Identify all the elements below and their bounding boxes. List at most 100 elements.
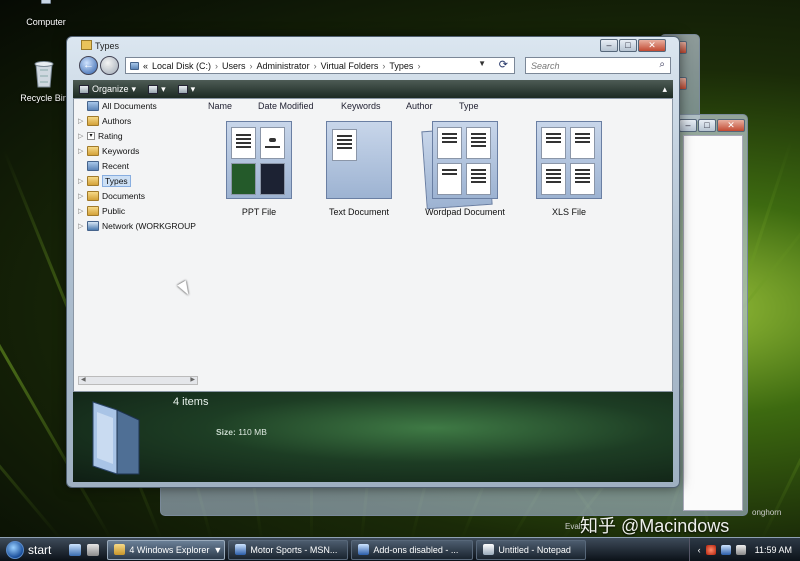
explorer-window[interactable]: Types – □ ✕ ← → « Local Disk (C:) › User…: [66, 36, 680, 488]
text-stack-icon: [324, 121, 394, 201]
task-label: 4 Windows Explorer: [129, 544, 210, 555]
horizontal-scrollbar[interactable]: ◀ ▶: [78, 376, 198, 385]
maximize-icon[interactable]: □: [698, 119, 716, 132]
folder-yellow-icon: [87, 175, 99, 186]
help-button[interactable]: ▴: [662, 84, 667, 95]
content-area: All Documents ▷ Authors ▷ ▾ Rating ▷ Key…: [73, 98, 673, 392]
close-icon[interactable]: ✕: [717, 119, 745, 132]
maximize-icon[interactable]: □: [619, 39, 637, 52]
desktop-icon-label: Recycle Bin: [20, 93, 68, 103]
ie-icon[interactable]: [69, 543, 82, 556]
minimize-icon[interactable]: –: [600, 39, 618, 52]
search-input[interactable]: Search ⌕: [525, 57, 671, 74]
minimize-icon[interactable]: –: [679, 119, 697, 132]
breadcrumb-separator[interactable]: ›: [417, 61, 420, 71]
column-header-name[interactable]: Name: [208, 101, 258, 111]
layout-button[interactable]: ▾: [177, 83, 196, 95]
nav-item-authors[interactable]: ▷ Authors: [78, 114, 131, 127]
breadcrumb-segment[interactable]: Administrator: [257, 61, 310, 71]
forward-button[interactable]: →: [100, 56, 119, 75]
breadcrumb-segment[interactable]: Types: [389, 61, 413, 71]
wordpad-stack-icon: [421, 121, 500, 210]
nav-item-label: Authors: [102, 115, 132, 126]
expand-arrow[interactable]: ▷: [78, 192, 84, 200]
nav-item-label: All Documents: [102, 100, 157, 111]
breadcrumb-separator[interactable]: ›: [250, 61, 253, 71]
notepad-icon: [483, 544, 495, 555]
breadcrumb-segment[interactable]: Local Disk (C:): [152, 61, 211, 71]
scroll-left-icon[interactable]: ◀: [81, 377, 86, 384]
expand-arrow[interactable]: ▷: [78, 177, 84, 185]
expand-arrow[interactable]: ▷: [78, 117, 84, 125]
nav-item-all-documents[interactable]: All Documents: [78, 99, 157, 112]
file-stack-label: PPT File: [241, 207, 277, 217]
chevron-down-icon: ▼: [213, 544, 223, 555]
column-header-author[interactable]: Author: [406, 101, 459, 111]
start-label: start: [28, 542, 52, 557]
views-button[interactable]: ▾: [148, 84, 166, 95]
clock[interactable]: 11:59 AM: [755, 545, 792, 555]
nav-item-documents[interactable]: ▷ Documents: [78, 189, 145, 202]
taskbar-button-notepad[interactable]: Untitled - Notepad: [476, 539, 587, 560]
volume-icon[interactable]: [735, 544, 746, 555]
nav-item-recent[interactable]: Recent: [78, 159, 129, 172]
breadcrumb-segment[interactable]: Virtual Folders: [321, 61, 379, 71]
help-icon: ▴: [662, 83, 667, 94]
nav-item-network[interactable]: ▷ Network (WORKGROUP: [78, 219, 196, 232]
background-window-content: [683, 135, 743, 511]
breadcrumb-separator[interactable]: ›: [215, 61, 218, 71]
column-header-date-modified[interactable]: Date Modified: [258, 101, 341, 111]
expand-arrow[interactable]: ▷: [78, 222, 84, 230]
navigation-pane: All Documents ▷ Authors ▷ ▾ Rating ▷ Key…: [74, 99, 198, 393]
breadcrumb-separator[interactable]: ›: [382, 61, 385, 71]
taskbar-button-motor-sports[interactable]: Motor Sports - MSN...: [228, 539, 349, 560]
back-button[interactable]: ←: [79, 56, 98, 75]
expand-arrow[interactable]: ▷: [78, 147, 84, 155]
window-controls: – □ ✕: [600, 39, 666, 52]
scroll-right-icon[interactable]: ▶: [190, 377, 195, 384]
show-desktop-icon[interactable]: [87, 543, 100, 556]
chevron-down-icon: ▾: [131, 83, 137, 94]
nav-item-keywords[interactable]: ▷ Keywords: [78, 144, 139, 157]
folder-yellow-icon: [87, 145, 99, 156]
nav-item-types[interactable]: ▷ Types: [78, 174, 131, 187]
network-icon[interactable]: [720, 544, 731, 555]
search-icon[interactable]: ⌕: [659, 59, 665, 70]
desktop-icon-recycle-bin[interactable]: Recycle Bin: [14, 58, 74, 103]
tray-chevron[interactable]: ‹: [698, 545, 701, 555]
taskbar-button-explorer[interactable]: 4 Windows Explorer ▼: [107, 539, 226, 560]
chevron-down-icon: ▾: [190, 83, 196, 94]
nav-item-rating[interactable]: ▷ ▾ Rating: [78, 129, 123, 142]
folder-yellow-icon: [87, 115, 99, 126]
file-stack-ppt[interactable]: PPT File: [206, 121, 312, 217]
breadcrumb-separator[interactable]: ›: [314, 61, 317, 71]
command-bar: Organize ▾ ▾ ▾ ▴: [73, 80, 673, 98]
expand-arrow[interactable]: ▷: [78, 207, 84, 215]
desktop-icon-computer[interactable]: Computer: [16, 0, 76, 27]
column-header-type[interactable]: Type: [459, 101, 499, 111]
start-button[interactable]: start: [0, 538, 61, 561]
security-alert-icon[interactable]: [705, 544, 716, 555]
build-watermark-fragment: onghorn: [752, 508, 782, 517]
refresh-icon[interactable]: ⟳: [499, 58, 508, 71]
address-prefix[interactable]: «: [143, 61, 148, 71]
expand-arrow[interactable]: ▷: [78, 132, 84, 140]
address-bar[interactable]: « Local Disk (C:) › Users › Administrato…: [125, 57, 515, 74]
file-stack-xls[interactable]: XLS File: [516, 121, 622, 217]
nav-item-public[interactable]: ▷ Public: [78, 204, 125, 217]
layout-icon: [177, 84, 188, 94]
file-stack-text[interactable]: Text Document: [306, 121, 412, 217]
folder-icon: [114, 544, 126, 555]
column-header-keywords[interactable]: Keywords: [341, 101, 406, 111]
nav-item-label: Network (WORKGROUP: [102, 220, 196, 231]
folder-icon: [130, 61, 139, 70]
chevron-down-icon[interactable]: ▼: [478, 59, 486, 68]
title-bar[interactable]: Types – □ ✕: [67, 37, 679, 55]
organize-button[interactable]: Organize ▾: [79, 84, 136, 95]
taskbar-button-addons[interactable]: Add-ons disabled - ...: [351, 539, 474, 560]
checkbox-icon[interactable]: ▾: [87, 131, 95, 140]
file-stack-wordpad[interactable]: Wordpad Document: [412, 121, 518, 217]
close-icon[interactable]: ✕: [638, 39, 666, 52]
breadcrumb-segment[interactable]: Users: [222, 61, 246, 71]
ie-icon: [358, 544, 370, 555]
